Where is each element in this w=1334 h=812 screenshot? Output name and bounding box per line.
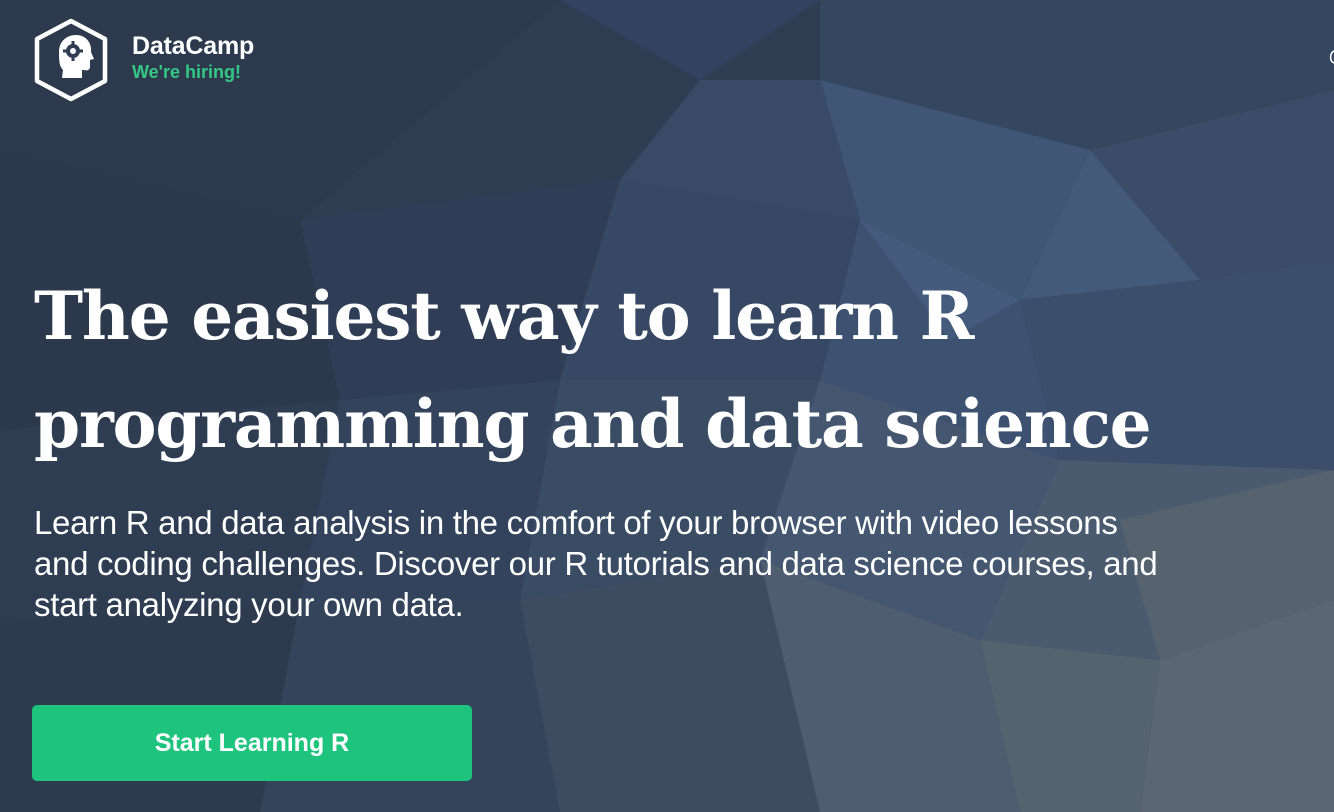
hero-headline-line-1: The easiest way to learn R	[34, 277, 974, 355]
brand-name: DataCamp	[132, 31, 255, 60]
hero-headline-line-2: programming and data science	[34, 385, 1152, 463]
datacamp-logo-icon	[34, 18, 108, 102]
logo-link[interactable]: DataCamp We're hiring!	[34, 18, 254, 102]
landing-page: DataCamp We're hiring! The easiest way t…	[0, 0, 1334, 812]
hero-description-line-1: Learn R and data analysis in the comfort…	[34, 504, 1118, 541]
hero-description: Learn R and data analysis in the comfort…	[34, 502, 1330, 625]
hiring-link[interactable]: We're hiring!	[132, 61, 241, 83]
hero-headline: The easiest way to learn R programming a…	[34, 262, 1294, 478]
hero-description-line-3: start analyzing your own data.	[34, 586, 464, 623]
start-learning-r-button[interactable]: Start Learning R	[32, 705, 472, 781]
hero-description-line-2: and coding challenges. Discover our R tu…	[34, 545, 1158, 582]
logo-text: DataCamp We're hiring!	[132, 32, 254, 83]
partial-nav-icon	[1329, 50, 1334, 64]
